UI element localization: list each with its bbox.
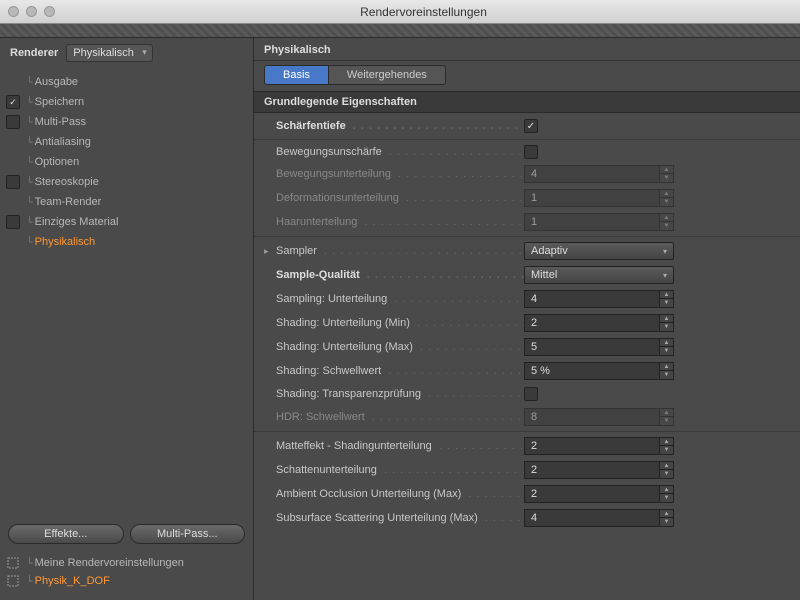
- stepper-icon[interactable]: ▲▼: [659, 363, 673, 379]
- render-settings-tree: └Ausgabe ✓└Speichern └Multi-Pass └Antial…: [0, 68, 253, 256]
- stepper-icon[interactable]: ▲▼: [659, 409, 673, 425]
- close-icon[interactable]: [8, 6, 19, 17]
- stepper-icon[interactable]: ▲▼: [659, 462, 673, 478]
- tree-item-physikalisch[interactable]: └Physikalisch: [0, 232, 253, 252]
- minimize-icon[interactable]: [26, 6, 37, 17]
- label-matteffekt: Matteffekt - Shadingunterteilung: [276, 440, 435, 452]
- zoom-icon[interactable]: [44, 6, 55, 17]
- checkbox-einziges-material[interactable]: [6, 215, 20, 229]
- stepper-icon[interactable]: ▲▼: [659, 315, 673, 331]
- tree-item-optionen[interactable]: └Optionen: [0, 152, 253, 172]
- label-schatten: Schattenunterteilung: [276, 464, 380, 476]
- label-bewegungsunterteilung: Bewegungsunterteilung: [276, 168, 394, 180]
- preset-item[interactable]: └ Meine Rendervoreinstellungen: [6, 554, 247, 572]
- tab-basis[interactable]: Basis: [264, 65, 329, 85]
- checkbox-bewegungsunschaerfe[interactable]: [524, 145, 538, 159]
- preset-list: └ Meine Rendervoreinstellungen └ Physik_…: [0, 550, 253, 600]
- checkbox-stereoskopie[interactable]: [6, 175, 20, 189]
- stepper-icon[interactable]: ▲▼: [659, 486, 673, 502]
- window-title: Rendervoreinstellungen: [55, 5, 792, 19]
- label-deformationsunterteilung: Deformationsunterteilung: [276, 192, 402, 204]
- effects-button[interactable]: Effekte...: [8, 524, 124, 544]
- field-shading-schwellwert[interactable]: 5 %▲▼: [524, 362, 674, 380]
- renderer-label: Renderer: [10, 47, 58, 59]
- label-sample-qualitaet: Sample-Qualität: [276, 269, 363, 281]
- checkbox-multipass[interactable]: [6, 115, 20, 129]
- label-sss: Subsurface Scattering Unterteilung (Max): [276, 512, 481, 524]
- stepper-icon[interactable]: ▲▼: [659, 510, 673, 526]
- field-haarunterteilung[interactable]: 1▲▼: [524, 213, 674, 231]
- tree-item-multipass[interactable]: └Multi-Pass: [0, 112, 253, 132]
- field-sss[interactable]: 4▲▼: [524, 509, 674, 527]
- field-sampling-unterteilung[interactable]: 4▲▼: [524, 290, 674, 308]
- field-hdr-schwellwert[interactable]: 8▲▼: [524, 408, 674, 426]
- field-matteffekt[interactable]: 2▲▼: [524, 437, 674, 455]
- tab-weitergehendes[interactable]: Weitergehendes: [329, 65, 446, 85]
- label-shading-schwellwert: Shading: Schwellwert: [276, 365, 384, 377]
- preset-item[interactable]: └ Physik_K_DOF: [6, 572, 247, 590]
- titlebar: Rendervoreinstellungen: [0, 0, 800, 24]
- tab-bar: Basis Weitergehendes: [254, 61, 800, 91]
- field-ao[interactable]: 2▲▼: [524, 485, 674, 503]
- field-shading-min[interactable]: 2▲▼: [524, 314, 674, 332]
- label-shading-transparenz: Shading: Transparenzprüfung: [276, 388, 424, 400]
- renderer-select[interactable]: Physikalisch: [66, 44, 153, 62]
- tree-item-speichern[interactable]: ✓└Speichern: [0, 92, 253, 112]
- tree-item-stereoskopie[interactable]: └Stereoskopie: [0, 172, 253, 192]
- checkbox-speichern[interactable]: ✓: [6, 95, 20, 109]
- field-shading-max[interactable]: 5▲▼: [524, 338, 674, 356]
- sidebar: Renderer Physikalisch └Ausgabe ✓└Speiche…: [0, 38, 254, 600]
- field-bewegungsunterteilung[interactable]: 4▲▼: [524, 165, 674, 183]
- checkbox-schaerfentiefe[interactable]: ✓: [524, 119, 538, 133]
- stepper-icon[interactable]: ▲▼: [659, 190, 673, 206]
- tree-item-antialiasing[interactable]: └Antialiasing: [0, 132, 253, 152]
- section-title: Grundlegende Eigenschaften: [254, 91, 800, 113]
- label-shading-min: Shading: Unterteilung (Min): [276, 317, 413, 329]
- label-ao: Ambient Occlusion Unterteilung (Max): [276, 488, 464, 500]
- checkbox-shading-transparenz[interactable]: [524, 387, 538, 401]
- multipass-button[interactable]: Multi-Pass...: [130, 524, 246, 544]
- stepper-icon[interactable]: ▲▼: [659, 214, 673, 230]
- content-panel: Physikalisch Basis Weitergehendes Grundl…: [254, 38, 800, 600]
- window-controls: [8, 6, 55, 17]
- stepper-icon[interactable]: ▲▼: [659, 291, 673, 307]
- label-schaerfentiefe: Schärfentiefe: [276, 120, 349, 132]
- label-bewegungsunschaerfe: Bewegungsunschärfe: [276, 146, 385, 158]
- tree-item-einziges-material[interactable]: └Einziges Material: [0, 212, 253, 232]
- content-header: Physikalisch: [254, 38, 800, 61]
- label-sampler: Sampler: [276, 245, 320, 257]
- stepper-icon[interactable]: ▲▼: [659, 339, 673, 355]
- stepper-icon[interactable]: ▲▼: [659, 166, 673, 182]
- tree-item-teamrender[interactable]: └Team-Render: [0, 192, 253, 212]
- field-deformationsunterteilung[interactable]: 1▲▼: [524, 189, 674, 207]
- toolbar-strip: [0, 24, 800, 38]
- label-haarunterteilung: Haarunterteilung: [276, 216, 360, 228]
- tree-item-ausgabe[interactable]: └Ausgabe: [0, 72, 253, 92]
- preset-crosshair-icon: [6, 574, 20, 588]
- preset-crosshair-icon: [6, 556, 20, 570]
- label-hdr-schwellwert: HDR: Schwellwert: [276, 411, 368, 423]
- expand-arrow-icon[interactable]: ▸: [264, 246, 276, 257]
- field-schatten[interactable]: 2▲▼: [524, 461, 674, 479]
- label-sampling-unterteilung: Sampling: Unterteilung: [276, 293, 390, 305]
- label-shading-max: Shading: Unterteilung (Max): [276, 341, 416, 353]
- dropdown-sampler[interactable]: Adaptiv: [524, 242, 674, 260]
- dropdown-sample-qualitaet[interactable]: Mittel: [524, 266, 674, 284]
- stepper-icon[interactable]: ▲▼: [659, 438, 673, 454]
